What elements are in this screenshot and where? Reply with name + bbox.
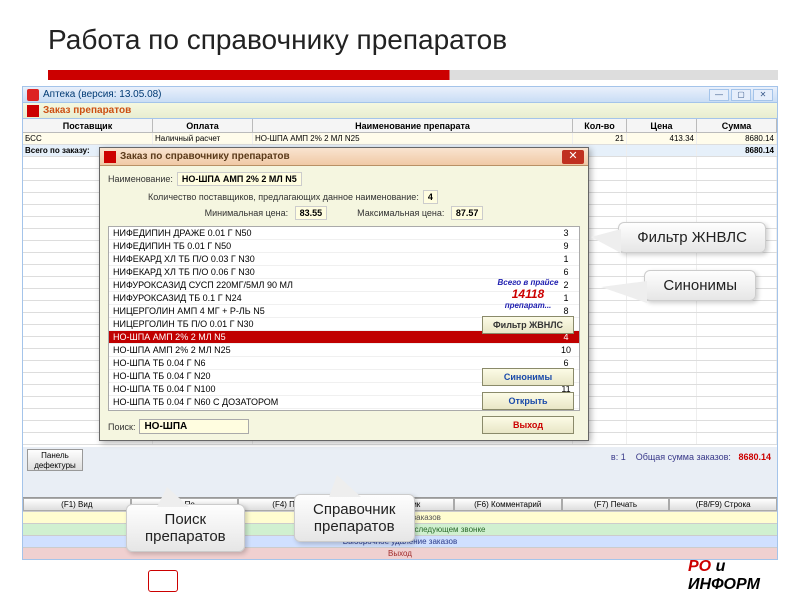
- col-name[interactable]: Наименование препарата: [253, 119, 573, 132]
- cell-supplier: БСС: [23, 133, 153, 144]
- grid-row[interactable]: БСС Наличный расчет НО-ШПА АМП 2% 2 МЛ N…: [23, 133, 777, 145]
- total-sum: 8680.14: [697, 145, 777, 156]
- app-icon: [27, 89, 39, 101]
- callout-search: Поиск препаратов: [126, 504, 245, 552]
- fkey-button[interactable]: (F6) Комментарий: [454, 498, 562, 511]
- name-label: Наименование:: [108, 174, 173, 184]
- filter-zhvnls-button[interactable]: Фильтр ЖВНЛС: [482, 316, 574, 334]
- max-price-label: Максимальная цена:: [357, 208, 444, 218]
- col-payment[interactable]: Оплата: [153, 119, 253, 132]
- app-window: Аптека (версия: 13.05.08) — ▢ ✕ Заказ пр…: [22, 86, 778, 560]
- cell-payment: Наличный расчет: [153, 133, 253, 144]
- cell-sum: 8680.14: [697, 133, 777, 144]
- orders-sum-label: Общая сумма заказов:: [636, 452, 731, 462]
- close-button[interactable]: ✕: [753, 89, 773, 101]
- dialog-icon: [104, 151, 116, 163]
- footer-logo-icon: [148, 570, 178, 592]
- open-button[interactable]: Открыть: [482, 392, 574, 410]
- footer-brand: РО и ИНФОРМ: [688, 558, 760, 594]
- fkey-button[interactable]: (F7) Печать: [562, 498, 670, 511]
- suppliers-label: Количество поставщиков, предлагающих дан…: [148, 192, 419, 202]
- exit-button[interactable]: Выход: [482, 416, 574, 434]
- col-sum[interactable]: Сумма: [697, 119, 777, 132]
- col-qty[interactable]: Кол-во: [573, 119, 627, 132]
- price-count-label1: Всего в прайсе: [482, 278, 574, 287]
- fkey-button[interactable]: (F8/F9) Строка: [669, 498, 777, 511]
- callout-synonyms: Синонимы: [644, 270, 756, 301]
- section-title: Заказ препаратов: [43, 105, 131, 116]
- cell-price: 413.34: [627, 133, 697, 144]
- search-input[interactable]: [139, 419, 249, 434]
- section-header: Заказ препаратов: [23, 103, 777, 119]
- accent-bar: [48, 70, 778, 80]
- drug-list-row[interactable]: НИФЕКАРД ХЛ ТБ П/О 0.03 Г N301: [109, 253, 579, 266]
- drug-list-row[interactable]: НИФЕДИПИН ТБ 0.01 Г N509: [109, 240, 579, 253]
- dialog-close-button[interactable]: ✕: [562, 150, 584, 164]
- reference-order-dialog: Заказ по справочнику препаратов ✕ Наимен…: [99, 147, 589, 441]
- dialog-titlebar: Заказ по справочнику препаратов ✕: [100, 148, 588, 166]
- orders-sum-value: 8680.14: [738, 452, 771, 462]
- cell-name: НО-ШПА АМП 2% 2 МЛ N25: [253, 133, 573, 144]
- min-price-label: Минимальная цена:: [205, 208, 289, 218]
- dialog-side-panel: Всего в прайсе 14118 препарат... Фильтр …: [482, 278, 574, 434]
- callout-reference: Справочник препаратов: [294, 494, 415, 542]
- suppliers-value: 4: [423, 190, 438, 204]
- app-title: Аптека (версия: 13.05.08): [43, 89, 162, 100]
- cell-qty: 21: [573, 133, 627, 144]
- drug-list-row[interactable]: НИФЕДИПИН ДРАЖЕ 0.01 Г N503: [109, 227, 579, 240]
- synonyms-button[interactable]: Синонимы: [482, 368, 574, 386]
- maximize-button[interactable]: ▢: [731, 89, 751, 101]
- minimize-button[interactable]: —: [709, 89, 729, 101]
- orders-count: в: 1: [611, 452, 626, 462]
- status-bar: в: 1 Общая сумма заказов: 8680.14: [611, 452, 771, 462]
- fkey-button[interactable]: (F1) Вид: [23, 498, 131, 511]
- slide-title: Работа по справочнику препаратов: [0, 0, 800, 70]
- price-count-value: 14118: [482, 287, 574, 301]
- section-icon: [27, 105, 39, 117]
- search-label: Поиск:: [108, 422, 135, 432]
- titlebar: Аптека (версия: 13.05.08) — ▢ ✕: [23, 87, 777, 103]
- max-price-value: 87.57: [451, 206, 484, 220]
- callout-filter: Фильтр ЖНВЛС: [618, 222, 766, 253]
- price-count-label2: препарат...: [482, 301, 574, 310]
- defectura-panel-button[interactable]: Панель дефектуры: [27, 449, 83, 471]
- dialog-title: Заказ по справочнику препаратов: [120, 151, 290, 162]
- col-supplier[interactable]: Поставщик: [23, 119, 153, 132]
- col-price[interactable]: Цена: [627, 119, 697, 132]
- name-value: НО-ШПА АМП 2% 2 МЛ N5: [177, 172, 302, 186]
- min-price-value: 83.55: [295, 206, 328, 220]
- grid-header: Поставщик Оплата Наименование препарата …: [23, 119, 777, 133]
